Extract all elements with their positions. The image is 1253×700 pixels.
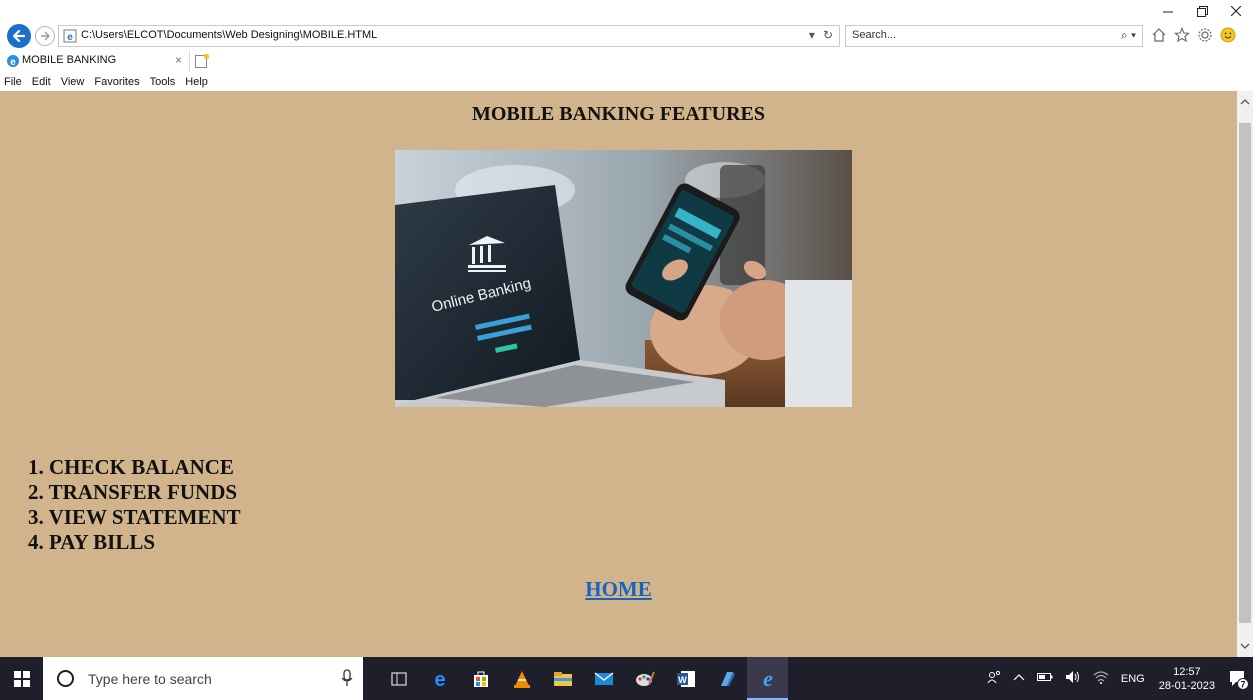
svg-text:e: e: [763, 667, 773, 689]
browser-search-box[interactable]: Search... ⌕ ▾: [845, 25, 1143, 47]
system-tray: ENG 12:57 28-01-2023 7: [981, 657, 1253, 700]
back-arrow-icon: [12, 29, 26, 43]
start-button[interactable]: [0, 657, 43, 700]
browser-tool-icons: [1150, 26, 1237, 44]
search-icon[interactable]: ⌕ ▾: [1121, 28, 1136, 43]
notification-center-icon[interactable]: 7: [1223, 657, 1253, 700]
menu-edit[interactable]: Edit: [32, 74, 51, 91]
menu-view[interactable]: View: [61, 74, 85, 91]
dropdown-icon[interactable]: ▾: [809, 28, 815, 42]
tab-bar: e MOBILE BANKING ×: [0, 50, 1253, 72]
minimize-icon: [1163, 11, 1173, 13]
home-icon[interactable]: [1150, 26, 1168, 44]
page-content: MOBILE BANKING FEATURES Online Banking 1…: [0, 91, 1237, 657]
menu-bar: File Edit View Favorites Tools Help: [0, 74, 208, 91]
word-icon[interactable]: W: [665, 657, 706, 700]
address-text: C:\Users\ELCOT\Documents\Web Designing\M…: [81, 29, 378, 41]
vlc-icon[interactable]: [501, 657, 542, 700]
menu-file[interactable]: File: [4, 74, 22, 91]
browser-search-placeholder: Search...: [852, 29, 897, 41]
clock-time: 12:57: [1173, 665, 1201, 678]
new-tab-icon[interactable]: [194, 53, 210, 69]
cortana-icon: [57, 670, 74, 687]
scroll-up-button[interactable]: [1237, 91, 1253, 113]
taskbar-apps: e W e: [378, 657, 788, 700]
windows-logo-icon: [13, 670, 30, 687]
page-title: MOBILE BANKING FEATURES: [471, 103, 765, 125]
refresh-icon[interactable]: ↻: [823, 28, 833, 42]
menu-tools[interactable]: Tools: [150, 74, 176, 91]
feature-item: 2. TRANSFER FUNDS: [28, 480, 238, 504]
scroll-down-button[interactable]: [1237, 635, 1253, 657]
ie-tab-icon: e: [7, 55, 19, 68]
notification-count: 7: [1240, 679, 1245, 689]
online-banking-image: Online Banking: [395, 150, 852, 407]
address-actions: ▾ ↻: [809, 28, 833, 42]
battery-icon[interactable]: [1036, 672, 1053, 685]
close-icon: [1231, 6, 1241, 16]
home-link[interactable]: HOME: [0, 577, 1237, 602]
store-icon[interactable]: [460, 657, 501, 700]
svg-text:W: W: [678, 675, 687, 685]
scroll-thumb[interactable]: [1239, 123, 1251, 623]
favorites-star-icon[interactable]: [1173, 26, 1191, 44]
taskbar-search-box[interactable]: Type here to search: [43, 657, 363, 700]
address-bar[interactable]: e C:\Users\ELCOT\Documents\Web Designing…: [58, 25, 840, 47]
restore-button[interactable]: [1185, 0, 1219, 22]
minimize-button[interactable]: [1151, 0, 1185, 22]
feature-list: 1. CHECK BALANCE 2. TRANSFER FUNDS 3. VI…: [28, 455, 241, 555]
clock-date: 28-01-2023: [1158, 679, 1215, 692]
page-icon: e: [63, 29, 77, 43]
svg-text:e: e: [10, 57, 16, 68]
volume-icon[interactable]: [1065, 670, 1081, 687]
chevron-up-tray-icon[interactable]: [1013, 672, 1025, 685]
clock[interactable]: 12:57 28-01-2023: [1159, 665, 1215, 693]
task-view-icon[interactable]: [378, 657, 419, 700]
tab-mobile-banking[interactable]: e MOBILE BANKING ×: [0, 50, 190, 72]
forward-arrow-icon: [41, 31, 50, 41]
language-indicator[interactable]: ENG: [1121, 673, 1145, 685]
microphone-icon[interactable]: [341, 669, 353, 687]
feature-item: 4. PAY BILLS: [28, 530, 156, 554]
settings-gear-icon[interactable]: [1196, 26, 1214, 44]
paint-icon[interactable]: [624, 657, 665, 700]
forward-button[interactable]: [35, 26, 55, 46]
taskbar-search-placeholder: Type here to search: [88, 671, 212, 687]
people-icon[interactable]: [987, 670, 1001, 687]
wifi-icon[interactable]: [1093, 670, 1109, 687]
feature-item: 3. VIEW STATEMENT: [28, 505, 241, 529]
svg-text:e: e: [67, 32, 73, 43]
restore-icon: [1196, 5, 1208, 17]
file-explorer-icon[interactable]: [542, 657, 583, 700]
vertical-scrollbar[interactable]: [1237, 91, 1253, 657]
tab-title: MOBILE BANKING: [22, 54, 117, 66]
smiley-feedback-icon[interactable]: [1219, 26, 1237, 44]
chevron-up-icon: [1240, 99, 1250, 105]
mail-icon[interactable]: [583, 657, 624, 700]
back-button[interactable]: [7, 24, 31, 48]
taskbar: Type here to search e W e ENG 12:57 28-0…: [0, 657, 1253, 700]
menu-favorites[interactable]: Favorites: [94, 74, 139, 91]
tab-close-icon[interactable]: ×: [175, 53, 182, 67]
close-window-button[interactable]: [1219, 0, 1253, 22]
navigation-bar: e C:\Users\ELCOT\Documents\Web Designing…: [0, 24, 1253, 48]
edge-browser-icon[interactable]: e: [419, 657, 460, 700]
internet-explorer-icon[interactable]: e: [747, 657, 788, 700]
notes-icon[interactable]: [706, 657, 747, 700]
browser-chrome: e C:\Users\ELCOT\Documents\Web Designing…: [0, 0, 1253, 91]
chevron-down-icon: [1240, 643, 1250, 649]
menu-help[interactable]: Help: [185, 74, 208, 91]
svg-text:e: e: [434, 669, 445, 689]
window-controls: [1151, 0, 1253, 22]
feature-item: 1. CHECK BALANCE: [28, 455, 234, 479]
